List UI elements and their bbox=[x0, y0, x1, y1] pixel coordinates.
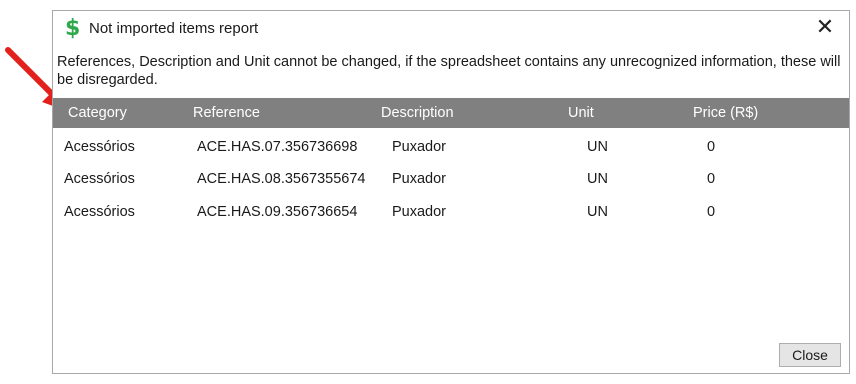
dialog-title: Not imported items report bbox=[89, 20, 259, 37]
table-row[interactable]: Acessórios ACE.HAS.08.3567355674 Puxador… bbox=[53, 166, 849, 196]
cell-price: 0 bbox=[707, 204, 716, 220]
dialog-window: $ Not imported items report ✕ References… bbox=[52, 10, 850, 374]
cell-reference: ACE.HAS.09.356736654 bbox=[197, 204, 358, 220]
table-row[interactable]: Acessórios ACE.HAS.09.356736654 Puxador … bbox=[53, 199, 849, 229]
cell-description: Puxador bbox=[392, 139, 447, 155]
dollar-icon: $ bbox=[65, 16, 81, 41]
cell-description: Puxador bbox=[392, 171, 447, 187]
cell-unit: UN bbox=[587, 171, 608, 187]
column-header-price[interactable]: Price (R$) bbox=[693, 105, 758, 121]
column-header-reference[interactable]: Reference bbox=[193, 105, 260, 121]
table-header: Category Reference Description Unit Pric… bbox=[53, 98, 849, 128]
cell-price: 0 bbox=[707, 139, 716, 155]
column-header-category[interactable]: Category bbox=[68, 105, 127, 121]
cell-description: Puxador bbox=[392, 204, 447, 220]
cell-category: Acessórios bbox=[64, 171, 135, 187]
close-icon[interactable]: ✕ bbox=[815, 17, 835, 39]
cell-price: 0 bbox=[707, 171, 716, 187]
cell-category: Acessórios bbox=[64, 204, 135, 220]
cell-category: Acessórios bbox=[64, 139, 135, 155]
cell-reference: ACE.HAS.08.3567355674 bbox=[197, 171, 366, 187]
column-header-description[interactable]: Description bbox=[381, 105, 454, 121]
column-header-unit[interactable]: Unit bbox=[568, 105, 594, 121]
table-row[interactable]: Acessórios ACE.HAS.07.356736698 Puxador … bbox=[53, 134, 849, 164]
page-root: $ Not imported items report ✕ References… bbox=[0, 0, 856, 384]
cell-unit: UN bbox=[587, 204, 608, 220]
info-message: References, Description and Unit cannot … bbox=[57, 54, 841, 88]
cell-unit: UN bbox=[587, 139, 608, 155]
cell-reference: ACE.HAS.07.356736698 bbox=[197, 139, 358, 155]
close-button[interactable]: Close bbox=[779, 343, 841, 367]
title-bar: $ Not imported items report ✕ bbox=[53, 11, 849, 49]
